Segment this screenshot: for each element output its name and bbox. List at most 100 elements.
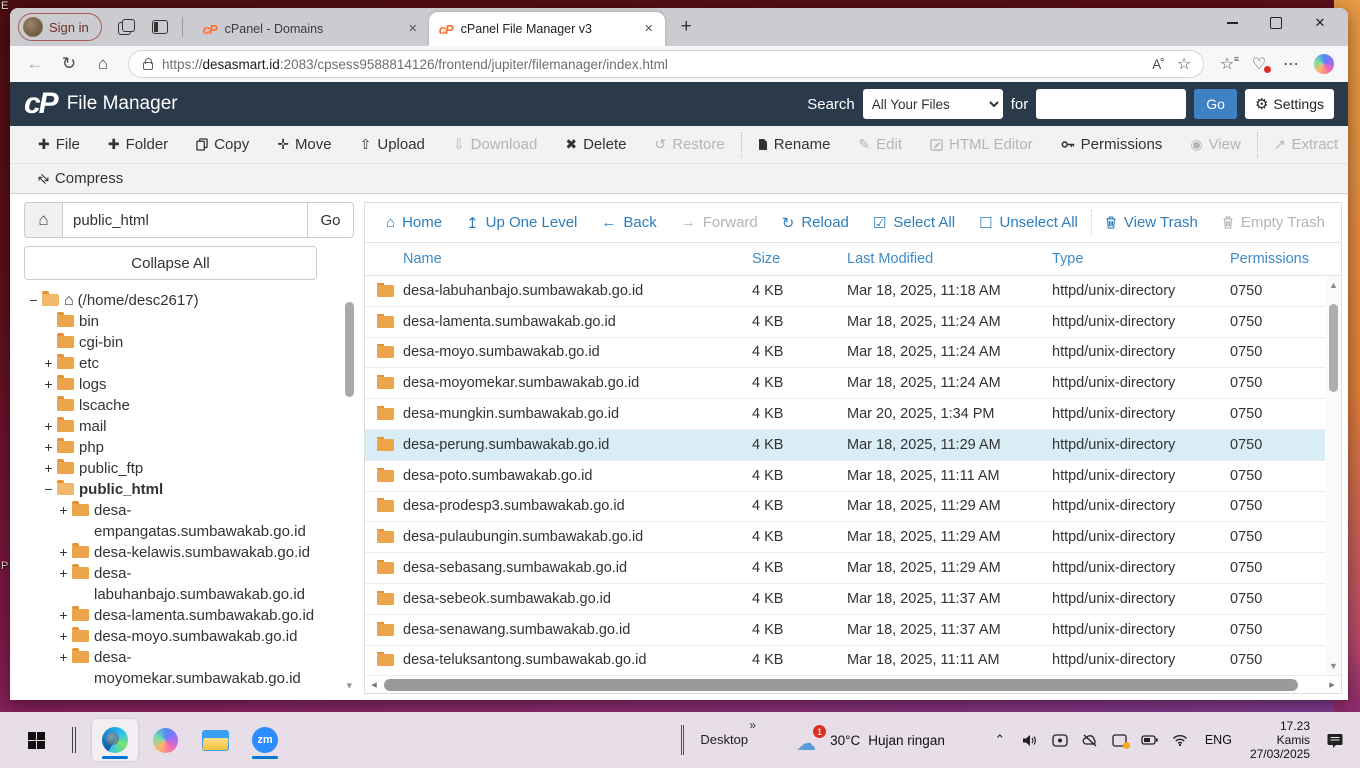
new-tab-button[interactable]: + xyxy=(675,16,698,38)
scroll-right-icon[interactable]: ▸ xyxy=(1326,678,1338,691)
action-link[interactable]: ↻ Reload xyxy=(771,214,860,232)
taskbar-explorer-button[interactable] xyxy=(192,719,238,761)
toolbar-button[interactable]: Copy xyxy=(184,126,261,163)
table-row[interactable]: desa-teluksantong.sumbawakab.go.id 4 KB … xyxy=(365,646,1325,675)
tree-item[interactable]: + ⌂ mail xyxy=(24,416,354,437)
tree-item[interactable]: + ⌂ desa-moyomekar.sumbawakab.go.id xyxy=(24,647,354,689)
screen-record-icon[interactable] xyxy=(1047,725,1073,755)
column-name[interactable]: Name xyxy=(365,251,752,267)
taskbar-edge-button[interactable] xyxy=(92,719,138,761)
desktop-toolbar[interactable]: » Desktop xyxy=(696,731,764,749)
tree-item[interactable]: ⌂ cgi-bin xyxy=(24,332,354,353)
toolbar-button[interactable]: ⇩ Download xyxy=(441,126,549,163)
scroll-down-icon[interactable]: ▼ xyxy=(1326,661,1341,671)
taskbar-zoom-button[interactable]: zm xyxy=(242,719,288,761)
action-link[interactable]: ⌂ Home xyxy=(375,214,453,231)
minimize-button[interactable] xyxy=(1210,8,1254,38)
vertical-scrollbar-thumb[interactable] xyxy=(1329,304,1338,392)
table-row[interactable]: desa-labuhanbajo.sumbawakab.go.id 4 KB M… xyxy=(365,276,1325,307)
cloud-off-icon[interactable] xyxy=(1077,725,1103,755)
toolbar-button[interactable]: ⇧ Upload xyxy=(348,126,437,163)
path-input[interactable] xyxy=(62,202,308,238)
column-permissions[interactable]: Permissions xyxy=(1230,251,1325,267)
tree-item[interactable]: + ⌂ desa-labuhanbajo.sumbawakab.go.id xyxy=(24,563,354,605)
toolbar-button[interactable]: ⇄ Compress xyxy=(26,164,135,193)
more-menu-icon[interactable] xyxy=(1278,52,1304,76)
start-button[interactable] xyxy=(18,722,54,758)
action-link[interactable]: → Forward xyxy=(670,214,769,231)
tree-item[interactable]: − ⌂ (/home/desc2617) xyxy=(24,290,354,311)
tree-item[interactable]: + ⌂ logs xyxy=(24,374,354,395)
browser-profile-button[interactable]: Sign in xyxy=(18,13,102,41)
tray-chevron-up-icon[interactable]: ⌃ xyxy=(987,725,1013,755)
column-type[interactable]: Type xyxy=(1052,251,1230,267)
search-scope-select[interactable]: All Your Files xyxy=(863,89,1003,119)
tree-item[interactable]: + ⌂ desa-kelawis.sumbawakab.go.id xyxy=(24,542,354,563)
close-tab-icon[interactable] xyxy=(405,21,421,37)
tree-expander-icon[interactable]: + xyxy=(41,374,56,395)
tree-item[interactable]: + ⌂ desa-moyo.sumbawakab.go.id xyxy=(24,626,354,647)
url-text[interactable]: https://desasmart.id:2083/cpsess95888141… xyxy=(162,57,1145,72)
browser-essentials-icon[interactable] xyxy=(1246,52,1272,76)
favorite-star-icon[interactable] xyxy=(1171,52,1197,76)
tree-item[interactable]: + ⌂ desa-empangatas.sumbawakab.go.id xyxy=(24,500,354,542)
table-row[interactable]: desa-mungkin.sumbawakab.go.id 4 KB Mar 2… xyxy=(365,399,1325,430)
scroll-up-icon[interactable]: ▲ xyxy=(1326,280,1341,290)
tree-expander-icon[interactable]: + xyxy=(41,437,56,458)
tree-expander-icon[interactable]: + xyxy=(41,353,56,374)
sidebar-scrollbar-thumb[interactable] xyxy=(345,302,354,397)
wifi-icon[interactable] xyxy=(1167,725,1193,755)
tree-expander-icon[interactable]: + xyxy=(56,563,71,584)
tree-expander-icon[interactable]: + xyxy=(56,626,71,647)
search-term-input[interactable] xyxy=(1036,89,1186,119)
toolbar-button[interactable]: Rename xyxy=(746,126,843,163)
volume-icon[interactable] xyxy=(1017,725,1043,755)
toolbar-button[interactable]: ✚ File xyxy=(26,126,92,163)
table-row[interactable]: desa-moyo.sumbawakab.go.id 4 KB Mar 18, … xyxy=(365,338,1325,369)
toolbar-button[interactable]: ✖ Delete xyxy=(553,126,638,163)
action-link[interactable]: ☑ Select All xyxy=(862,214,966,232)
table-row[interactable]: desa-perung.sumbawakab.go.id 4 KB Mar 18… xyxy=(365,430,1325,461)
close-tab-icon[interactable] xyxy=(641,21,657,37)
vertical-tabs-icon[interactable] xyxy=(152,20,168,34)
settings-button[interactable]: Settings xyxy=(1245,89,1334,119)
action-link[interactable]: ↥ Up One Level xyxy=(455,214,588,232)
home-icon[interactable]: ⌂ xyxy=(88,49,118,79)
tab-group-icon[interactable] xyxy=(118,19,134,35)
tree-item[interactable]: + ⌂ desa-lamenta.sumbawakab.go.id xyxy=(24,605,354,626)
tree-expander-icon[interactable]: − xyxy=(41,479,56,500)
toolbar-button[interactable] xyxy=(1257,132,1258,158)
action-link[interactable]: Empty Trash xyxy=(1211,214,1336,231)
read-aloud-icon[interactable] xyxy=(1145,52,1171,76)
sidebar-scroll-down-icon[interactable]: ▾ xyxy=(346,679,352,692)
table-row[interactable]: desa-prodesp3.sumbawakab.go.id 4 KB Mar … xyxy=(365,492,1325,523)
search-go-button[interactable]: Go xyxy=(1194,89,1237,119)
toolbar-button[interactable]: ◉ View xyxy=(1178,126,1252,163)
path-go-button[interactable]: Go xyxy=(308,202,354,238)
tree-item[interactable]: + ⌂ php xyxy=(24,437,354,458)
action-link[interactable]: ☐ Unselect All xyxy=(968,214,1089,232)
language-indicator[interactable]: ENG xyxy=(1197,733,1240,747)
list-horizontal-scrollbar[interactable]: ◂ ▸ xyxy=(365,675,1341,693)
toolbar-button[interactable]: ✛ Move xyxy=(265,126,343,163)
toolbar-button[interactable]: HTML Editor xyxy=(918,126,1045,163)
table-row[interactable]: desa-pulaubungin.sumbawakab.go.id 4 KB M… xyxy=(365,522,1325,553)
horizontal-scroll-track[interactable] xyxy=(380,679,1326,691)
battery-icon[interactable] xyxy=(1137,725,1163,755)
favorites-icon[interactable] xyxy=(1214,52,1240,76)
tree-expander-icon[interactable]: − xyxy=(26,290,41,311)
snip-share-icon[interactable] xyxy=(1107,725,1133,755)
list-vertical-scrollbar[interactable]: ▲ ▼ xyxy=(1326,276,1341,675)
reload-icon[interactable]: ↻ xyxy=(54,49,84,79)
toolbar-button[interactable] xyxy=(741,132,742,158)
tree-expander-icon[interactable]: + xyxy=(56,500,71,521)
table-row[interactable]: desa-sebasang.sumbawakab.go.id 4 KB Mar … xyxy=(365,553,1325,584)
table-row[interactable]: desa-poto.sumbawakab.go.id 4 KB Mar 18, … xyxy=(365,461,1325,492)
table-row[interactable]: desa-sebeok.sumbawakab.go.id 4 KB Mar 18… xyxy=(365,584,1325,615)
weather-widget[interactable]: ☁1 30°C Hujan ringan xyxy=(796,729,945,751)
action-link[interactable] xyxy=(1091,210,1092,236)
tree-expander-icon[interactable]: + xyxy=(56,605,71,626)
horizontal-scrollbar-thumb[interactable] xyxy=(384,679,1298,691)
toolbar-button[interactable]: ✚ Folder xyxy=(96,126,180,163)
action-link[interactable]: ← Back xyxy=(590,214,667,231)
